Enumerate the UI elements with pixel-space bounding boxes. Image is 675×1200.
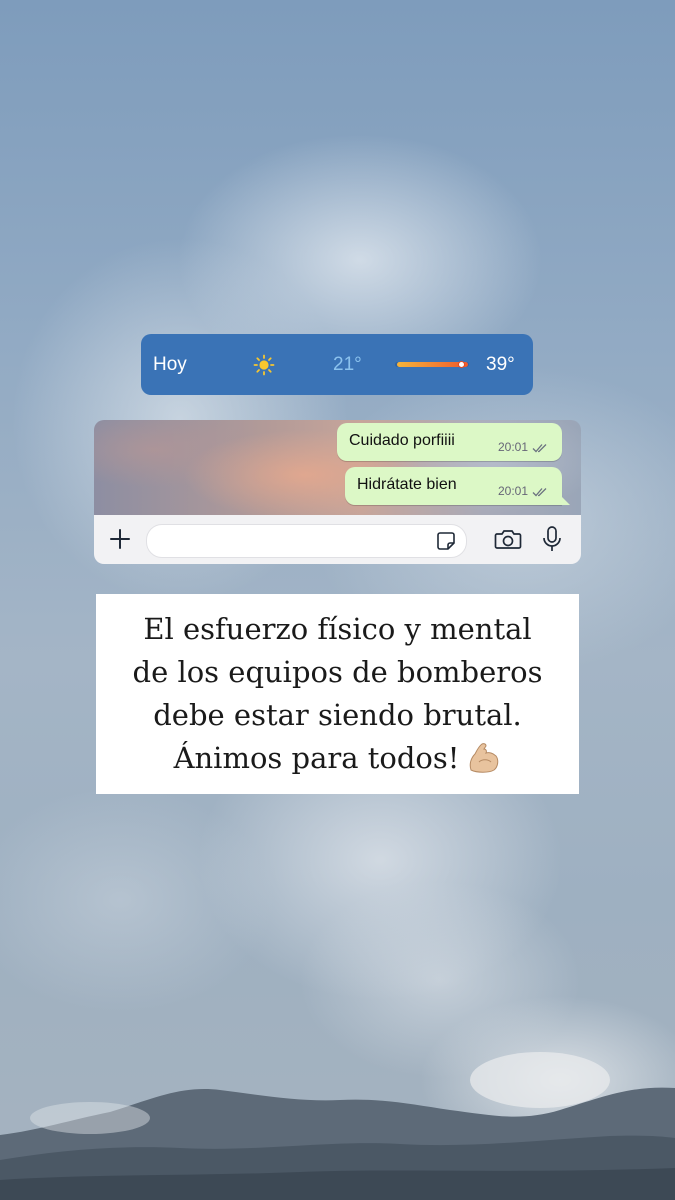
caption-line: El esfuerzo físico y mental (143, 612, 532, 646)
weather-low-temp: 21° (333, 354, 362, 375)
bubble-tail (560, 495, 570, 505)
message-time: 20:01 (497, 440, 528, 454)
double-check-icon (532, 444, 547, 453)
message-text: Hidrátate bien (357, 476, 457, 493)
caption-line: de los equipos de bomberos (132, 655, 543, 689)
camera-icon[interactable] (494, 527, 522, 551)
weather-high-temp: 39° (486, 354, 515, 375)
sticker-icon[interactable] (436, 531, 456, 551)
microphone-icon[interactable] (541, 525, 563, 553)
current-temp-marker (458, 361, 465, 368)
caption-last-line: Ánimos para todos! (96, 737, 579, 780)
flexed-biceps-icon (470, 743, 499, 773)
caption-line: Ánimos para todos! (173, 741, 460, 775)
mountain-silhouette (0, 1052, 675, 1200)
sun-icon (253, 354, 275, 376)
message-input[interactable] (146, 524, 467, 558)
caption-line: debe estar siendo brutal. (153, 698, 522, 732)
message-input-bar (94, 515, 581, 564)
message-text: Cuidado porfiiii (349, 432, 455, 449)
message-bubble[interactable]: Cuidado porfiiii 20:01 (337, 423, 562, 461)
temperature-range-bar (395, 361, 469, 368)
weather-day-label: Hoy (153, 354, 187, 375)
chat-screenshot: Cuidado porfiiii 20:01 Hidrátate bien 20… (94, 420, 581, 564)
plus-icon[interactable] (108, 527, 132, 551)
double-check-icon (532, 488, 547, 497)
message-bubble[interactable]: Hidrátate bien 20:01 (345, 467, 570, 505)
story-caption: El esfuerzo físico y mental de los equip… (96, 594, 579, 794)
message-time: 20:01 (497, 484, 528, 498)
weather-widget[interactable]: Hoy 21° 39° (141, 334, 533, 395)
